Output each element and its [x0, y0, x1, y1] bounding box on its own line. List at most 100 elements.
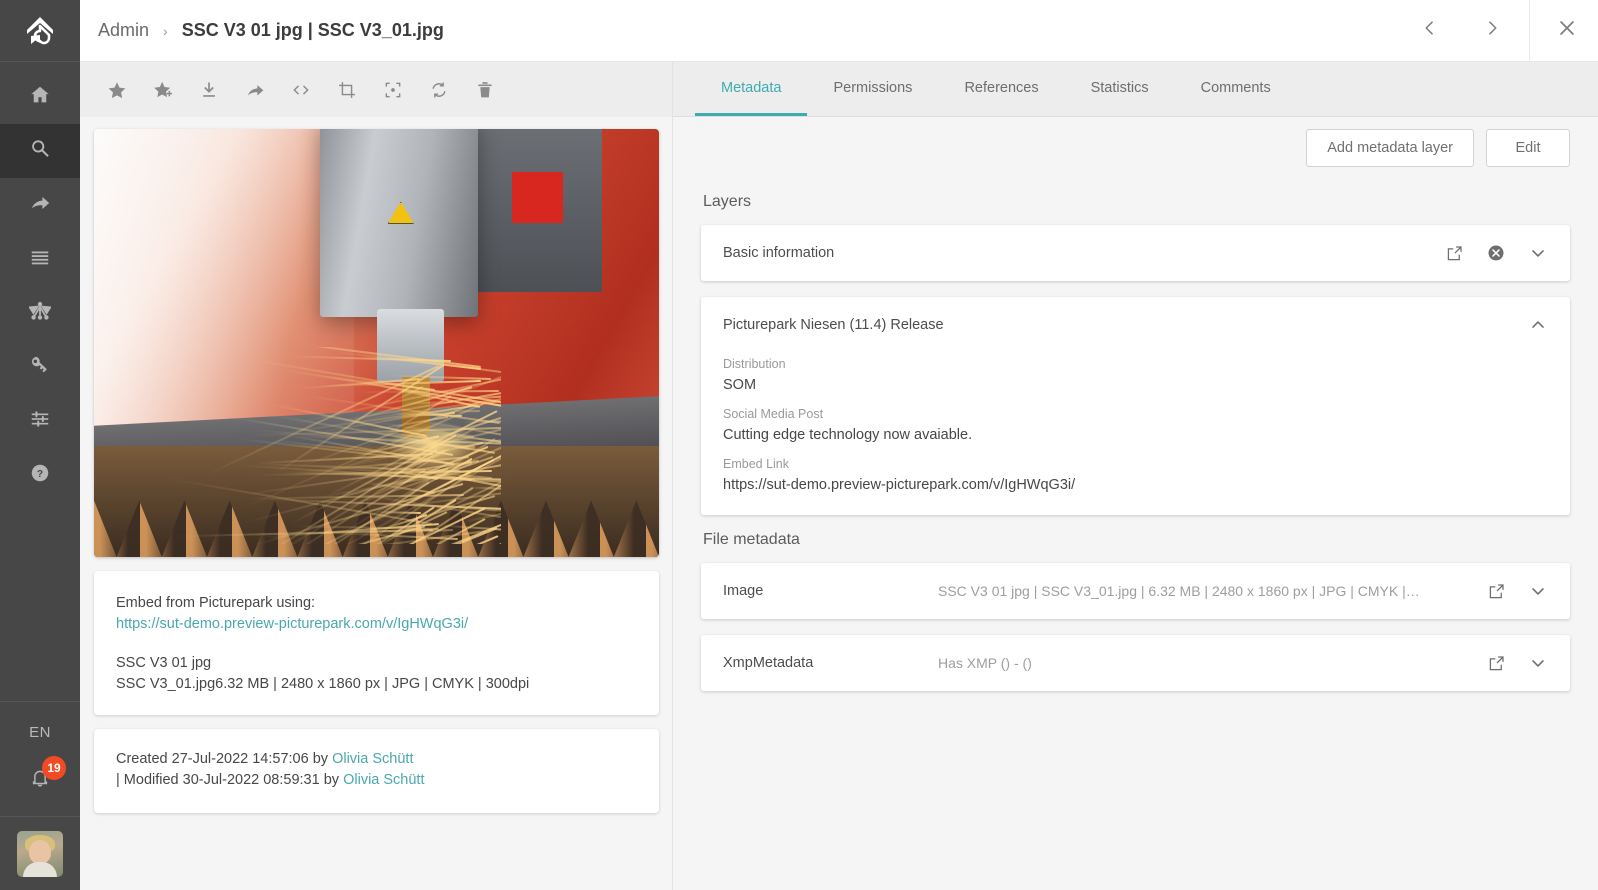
field-value-embed-link: https://sut-demo.preview-picturepark.com… [723, 477, 1548, 493]
layer-title-release: Picturepark Niesen (11.4) Release [723, 317, 944, 333]
content-row: Embed from Picturepark using: https://su… [80, 62, 1598, 890]
file-metadata-card-image[interactable]: Image SSC V3 01 jpg | SSC V3_01.jpg | 6.… [701, 563, 1570, 619]
notifications-button[interactable]: 19 [0, 752, 80, 808]
field-social-media-post: Social Media Post Cutting edge technolog… [723, 407, 1548, 443]
rail-nav-list: ? [0, 62, 80, 502]
file-metadata-actions-image [1487, 581, 1548, 601]
created-by-word: by [313, 751, 328, 767]
download-icon[interactable] [190, 71, 228, 109]
breadcrumb-root[interactable]: Admin [98, 20, 149, 41]
tab-permissions[interactable]: Permissions [807, 62, 938, 116]
add-to-basket-star-icon[interactable] [144, 71, 182, 109]
chevron-down-icon[interactable] [1528, 653, 1548, 673]
asset-file-summary: SSC V3_01.jpg6.32 MB | 2480 x 1860 px | … [116, 674, 637, 695]
close-detail-button[interactable] [1536, 0, 1598, 62]
previous-item-button[interactable] [1399, 0, 1461, 62]
edit-button[interactable]: Edit [1486, 129, 1570, 167]
home-icon [29, 84, 51, 111]
asset-preview-image[interactable] [94, 129, 659, 557]
file-metadata-key-xmp: XmpMetadata [723, 655, 938, 671]
layer-header-actions [1445, 243, 1548, 263]
file-metadata-key-image: Image [723, 583, 938, 599]
remove-circle-icon[interactable] [1486, 243, 1506, 263]
next-item-button[interactable] [1461, 0, 1523, 62]
chevron-left-icon [1420, 18, 1440, 43]
layer-header-basic-information[interactable]: Basic information [701, 225, 1570, 281]
metadata-pane: Metadata Permissions References Statisti… [673, 62, 1598, 890]
sidebar-item-share[interactable] [0, 178, 80, 232]
layer-card-basic-information[interactable]: Basic information [701, 225, 1570, 281]
sidebar-item-schemas[interactable] [0, 286, 80, 340]
top-bar-actions [1399, 0, 1598, 62]
schema-icon [29, 300, 51, 327]
asset-display-name: SSC V3 01 jpg [116, 653, 637, 674]
file-metadata-row-image[interactable]: Image SSC V3 01 jpg | SSC V3_01.jpg | 6.… [701, 563, 1570, 619]
layer-body-release: Distribution SOM Social Media Post Cutti… [701, 353, 1570, 515]
tab-references[interactable]: References [938, 62, 1064, 116]
sidebar-item-settings[interactable] [0, 394, 80, 448]
layer-header-release[interactable]: Picturepark Niesen (11.4) Release [701, 297, 1570, 353]
chevron-down-icon[interactable] [1528, 243, 1548, 263]
created-line: Created 27-Jul-2022 14:57:06 by Olivia S… [116, 749, 637, 770]
focal-point-icon[interactable] [374, 71, 412, 109]
sidebar-item-home[interactable] [0, 70, 80, 124]
embed-intro-text: Embed from Picturepark using: [116, 593, 637, 614]
picturepark-logo[interactable] [0, 0, 80, 62]
top-bar-divider [1529, 0, 1530, 62]
language-switcher[interactable]: EN [0, 712, 80, 752]
created-by-user-link[interactable]: Olivia Schütt [332, 751, 413, 767]
rail-bottom: EN 19 [0, 701, 80, 890]
embed-spacer [116, 635, 637, 653]
external-link-icon[interactable] [1487, 582, 1506, 601]
asset-toolbar [80, 62, 672, 117]
embed-code-icon[interactable] [282, 71, 320, 109]
field-label-distribution: Distribution [723, 357, 1548, 371]
external-link-icon[interactable] [1487, 654, 1506, 673]
left-nav-rail: ? EN 19 [0, 0, 80, 890]
share-icon[interactable] [236, 71, 274, 109]
field-distribution: Distribution SOM [723, 357, 1548, 393]
file-metadata-card-xmp[interactable]: XmpMetadata Has XMP () - () [701, 635, 1570, 691]
top-bar: Admin › SSC V3 01 jpg | SSC V3_01.jpg [80, 0, 1598, 62]
favorite-star-icon[interactable] [98, 71, 136, 109]
chevron-down-icon[interactable] [1528, 581, 1548, 601]
detail-tabs: Metadata Permissions References Statisti… [673, 62, 1598, 117]
embed-info-card: Embed from Picturepark using: https://su… [94, 571, 659, 715]
tab-metadata[interactable]: Metadata [695, 62, 807, 116]
sidebar-item-permissions[interactable] [0, 340, 80, 394]
sidebar-item-search[interactable] [0, 124, 80, 178]
user-menu[interactable] [0, 816, 80, 890]
delete-trash-icon[interactable] [466, 71, 504, 109]
tab-comments[interactable]: Comments [1175, 62, 1297, 116]
embed-url-link[interactable]: https://sut-demo.preview-picturepark.com… [116, 614, 637, 635]
file-metadata-row-xmp[interactable]: XmpMetadata Has XMP () - () [701, 635, 1570, 691]
replace-icon[interactable] [420, 71, 458, 109]
file-metadata-value-xmp: Has XMP () - () [938, 655, 1471, 671]
chevron-up-icon[interactable] [1528, 315, 1548, 335]
file-metadata-value-image: SSC V3 01 jpg | SSC V3_01.jpg | 6.32 MB … [938, 583, 1471, 599]
field-label-embed-link: Embed Link [723, 457, 1548, 471]
breadcrumb: Admin › SSC V3 01 jpg | SSC V3_01.jpg [80, 20, 444, 41]
layer-title-basic-information: Basic information [723, 245, 834, 261]
notifications-badge: 19 [42, 756, 66, 780]
avatar[interactable] [17, 831, 63, 877]
modified-by-user-link[interactable]: Olivia Schütt [343, 772, 424, 788]
sidebar-item-help[interactable]: ? [0, 448, 80, 502]
avatar-body [23, 862, 57, 877]
sidebar-item-lists[interactable] [0, 232, 80, 286]
file-metadata-actions-xmp [1487, 653, 1548, 673]
field-value-distribution: SOM [723, 377, 1548, 393]
add-metadata-layer-button[interactable]: Add metadata layer [1306, 129, 1474, 167]
chevron-right-icon [1482, 18, 1502, 43]
created-prefix: Created [116, 751, 168, 767]
layer-card-release[interactable]: Picturepark Niesen (11.4) Release Distri… [701, 297, 1570, 515]
metadata-scroll: Layers Basic information Picturepark Nie… [673, 179, 1598, 890]
crop-icon[interactable] [328, 71, 366, 109]
list-icon [29, 246, 51, 273]
tab-statistics[interactable]: Statistics [1065, 62, 1175, 116]
layers-section-title: Layers [703, 193, 1570, 211]
avatar-face [29, 840, 51, 864]
modified-by-word: by [324, 772, 339, 788]
external-link-icon[interactable] [1445, 244, 1464, 263]
field-label-social-media-post: Social Media Post [723, 407, 1548, 421]
